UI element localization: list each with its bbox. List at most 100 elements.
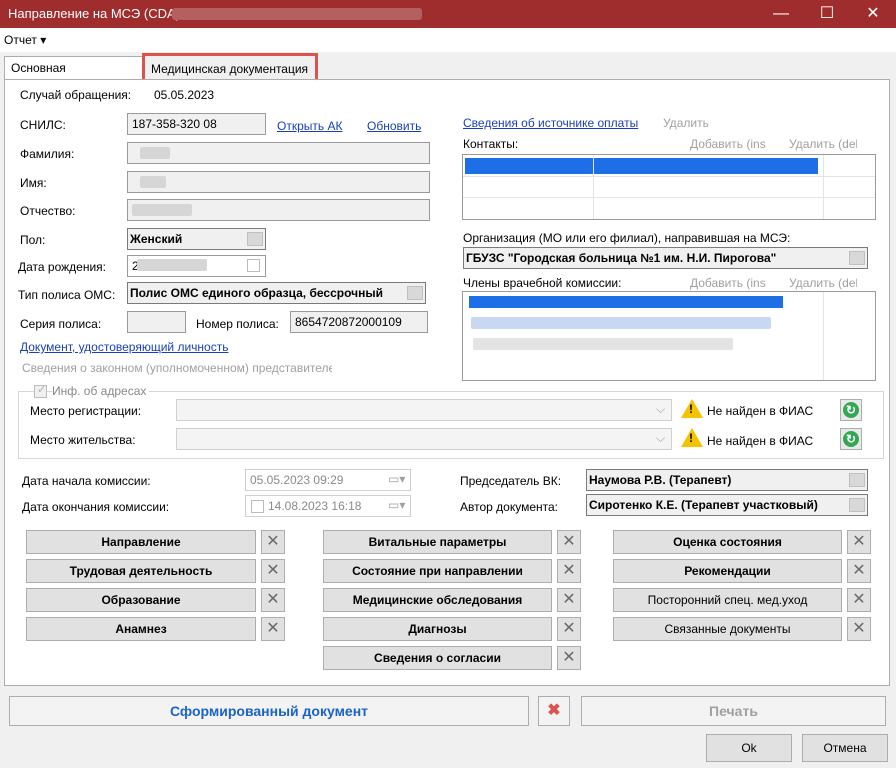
redacted-birthdate <box>137 259 207 271</box>
commission-end-checkbox[interactable] <box>251 500 264 513</box>
policy-type-select[interactable]: Полис ОМС единого образца, бессрочный <box>127 282 426 304</box>
dropdown-icon <box>247 232 263 246</box>
author-value: Сиротенко К.Е. (Терапевт участковый) <box>589 498 818 512</box>
section-vitals-button[interactable]: Витальные параметры <box>323 530 552 554</box>
chevron-down-icon: ⌵ <box>656 431 666 445</box>
legal-rep-link[interactable]: Сведения о законном (уполномоченном) пре… <box>22 361 332 375</box>
section-education-button[interactable]: Образование <box>26 588 256 612</box>
calendar-icon[interactable] <box>247 259 260 272</box>
section-labor-button[interactable]: Трудовая деятельность <box>26 559 256 583</box>
menu-report[interactable]: Отчет ▾ <box>4 33 46 47</box>
section-condition-button[interactable]: Состояние при направлении <box>323 559 552 583</box>
section-anamnesis-button[interactable]: Анамнез <box>26 617 256 641</box>
section-recommendations-button[interactable]: Рекомендации <box>613 559 842 583</box>
commission-member-row[interactable] <box>473 338 733 350</box>
formed-document-button[interactable]: Сформированный документ <box>9 696 529 726</box>
residence-label: Место жительства: <box>30 433 136 447</box>
delete-document-icon[interactable]: ✖ <box>538 696 570 726</box>
org-select[interactable]: ГБУЗС "Городская больница №1 им. Н.И. Пи… <box>463 247 868 269</box>
clear-education-button[interactable]: ✕ <box>261 588 285 612</box>
section-assessment-button[interactable]: Оценка состояния <box>613 530 842 554</box>
clear-consent-button[interactable]: ✕ <box>557 646 581 670</box>
open-ak-link[interactable]: Открыть АК <box>277 119 342 133</box>
commission-members-label: Члены врачебной комиссии: <box>463 276 622 290</box>
commission-add-button[interactable]: Добавить (ins <box>690 276 766 290</box>
contacts-row[interactable] <box>465 158 818 174</box>
policy-number-label: Номер полиса: <box>196 317 279 331</box>
policy-type-value: Полис ОМС единого образца, бессрочный <box>130 286 383 300</box>
clear-labor-button[interactable]: ✕ <box>261 559 285 583</box>
commission-start-label: Дата начала комиссии: <box>22 474 151 488</box>
menu-bar: Отчет ▾ <box>0 28 896 52</box>
print-button[interactable]: Печать <box>581 696 886 726</box>
section-consent-button[interactable]: Сведения о согласии <box>323 646 552 670</box>
author-select[interactable]: Сиротенко К.Е. (Терапевт участковый) <box>586 494 868 516</box>
sex-select[interactable]: Женский <box>127 228 266 250</box>
commission-members-list[interactable] <box>462 291 876 381</box>
minimize-button[interactable]: — <box>758 0 804 28</box>
redacted-title <box>172 8 422 20</box>
section-exams-button[interactable]: Медицинские обследования <box>323 588 552 612</box>
delete-payment-button[interactable]: Удалить <box>663 116 709 130</box>
snils-label: СНИЛС: <box>20 118 66 132</box>
residence-select[interactable] <box>176 428 672 450</box>
chair-select[interactable]: Наумова Р.В. (Терапевт) <box>586 469 868 491</box>
fias-not-found-residence: Не найден в ФИАС <box>707 434 814 448</box>
clear-direction-button[interactable]: ✕ <box>261 530 285 554</box>
snils-field[interactable]: 187-358-320 08 <box>127 113 266 135</box>
chevron-down-icon: ⌵ <box>656 402 666 416</box>
clear-condition-button[interactable]: ✕ <box>557 559 581 583</box>
refresh-link[interactable]: Обновить <box>367 119 421 133</box>
commission-end-label: Дата окончания комиссии: <box>22 500 170 514</box>
calendar-dropdown-icon: ▭▾ <box>388 472 406 486</box>
birth-label: Дата рождения: <box>18 260 106 274</box>
maximize-button[interactable]: ☐ <box>804 0 850 28</box>
dropdown-icon <box>849 251 865 265</box>
name-field[interactable] <box>127 171 430 193</box>
fias-not-found-registration: Не найден в ФИАС <box>707 404 814 418</box>
clear-diagnoses-button[interactable]: ✕ <box>557 617 581 641</box>
commission-start-field[interactable]: 05.05.2023 09:29 <box>245 469 411 491</box>
refresh-registration-button[interactable]: ↻ <box>840 399 862 421</box>
clear-assessment-button[interactable]: ✕ <box>847 530 871 554</box>
clear-outside-care-button[interactable]: ✕ <box>847 588 871 612</box>
clear-vitals-button[interactable]: ✕ <box>557 530 581 554</box>
policy-series-field[interactable] <box>127 311 186 333</box>
section-related-docs-button[interactable]: Связанные документы <box>613 617 842 641</box>
case-value: 05.05.2023 <box>154 88 215 102</box>
cancel-button[interactable]: Отмена <box>802 734 888 762</box>
section-diagnoses-button[interactable]: Диагнозы <box>323 617 552 641</box>
section-direction-button[interactable]: Направление <box>26 530 256 554</box>
policy-number-field[interactable]: 8654720872000109 <box>290 311 428 333</box>
section-outside-care-button[interactable]: Посторонний спец. мед.уход <box>613 588 842 612</box>
tab-main-info[interactable]: Основная информация <box>4 56 144 97</box>
patronymic-label: Отчество: <box>20 204 76 218</box>
commission-delete-button[interactable]: Удалить (del <box>789 276 857 290</box>
clear-related-docs-button[interactable]: ✕ <box>847 617 871 641</box>
ok-button[interactable]: Ok <box>706 734 792 762</box>
contacts-list[interactable] <box>462 154 876 220</box>
name-label: Имя: <box>20 176 47 190</box>
case-label: Случай обращения: <box>20 88 132 102</box>
policy-series-label: Серия полиса: <box>20 317 102 331</box>
refresh-icon: ↻ <box>843 402 859 418</box>
org-value: ГБУЗС "Городская больница №1 им. Н.И. Пи… <box>466 251 777 265</box>
commission-end-field[interactable]: 14.08.2023 16:18 <box>245 495 411 517</box>
redacted-patronymic <box>132 204 192 216</box>
id-document-link[interactable]: Документ, удостоверяющий личность <box>20 340 228 354</box>
contacts-delete-button[interactable]: Удалить (del <box>789 137 857 151</box>
refresh-residence-button[interactable]: ↻ <box>840 428 862 450</box>
clear-anamnesis-button[interactable]: ✕ <box>261 617 285 641</box>
commission-member-row[interactable] <box>469 296 783 308</box>
registration-select[interactable] <box>176 399 672 421</box>
checkmark-icon: ✓ <box>37 384 47 396</box>
commission-member-row[interactable] <box>471 317 771 329</box>
clear-recommendations-button[interactable]: ✕ <box>847 559 871 583</box>
redacted-name <box>140 176 166 188</box>
contacts-add-button[interactable]: Добавить (ins <box>690 137 766 151</box>
close-window-button[interactable]: ✕ <box>850 0 896 28</box>
clear-exams-button[interactable]: ✕ <box>557 588 581 612</box>
payment-source-link[interactable]: Сведения об источнике оплаты <box>463 116 638 130</box>
surname-field[interactable] <box>127 142 430 164</box>
chair-value: Наумова Р.В. (Терапевт) <box>589 473 732 487</box>
